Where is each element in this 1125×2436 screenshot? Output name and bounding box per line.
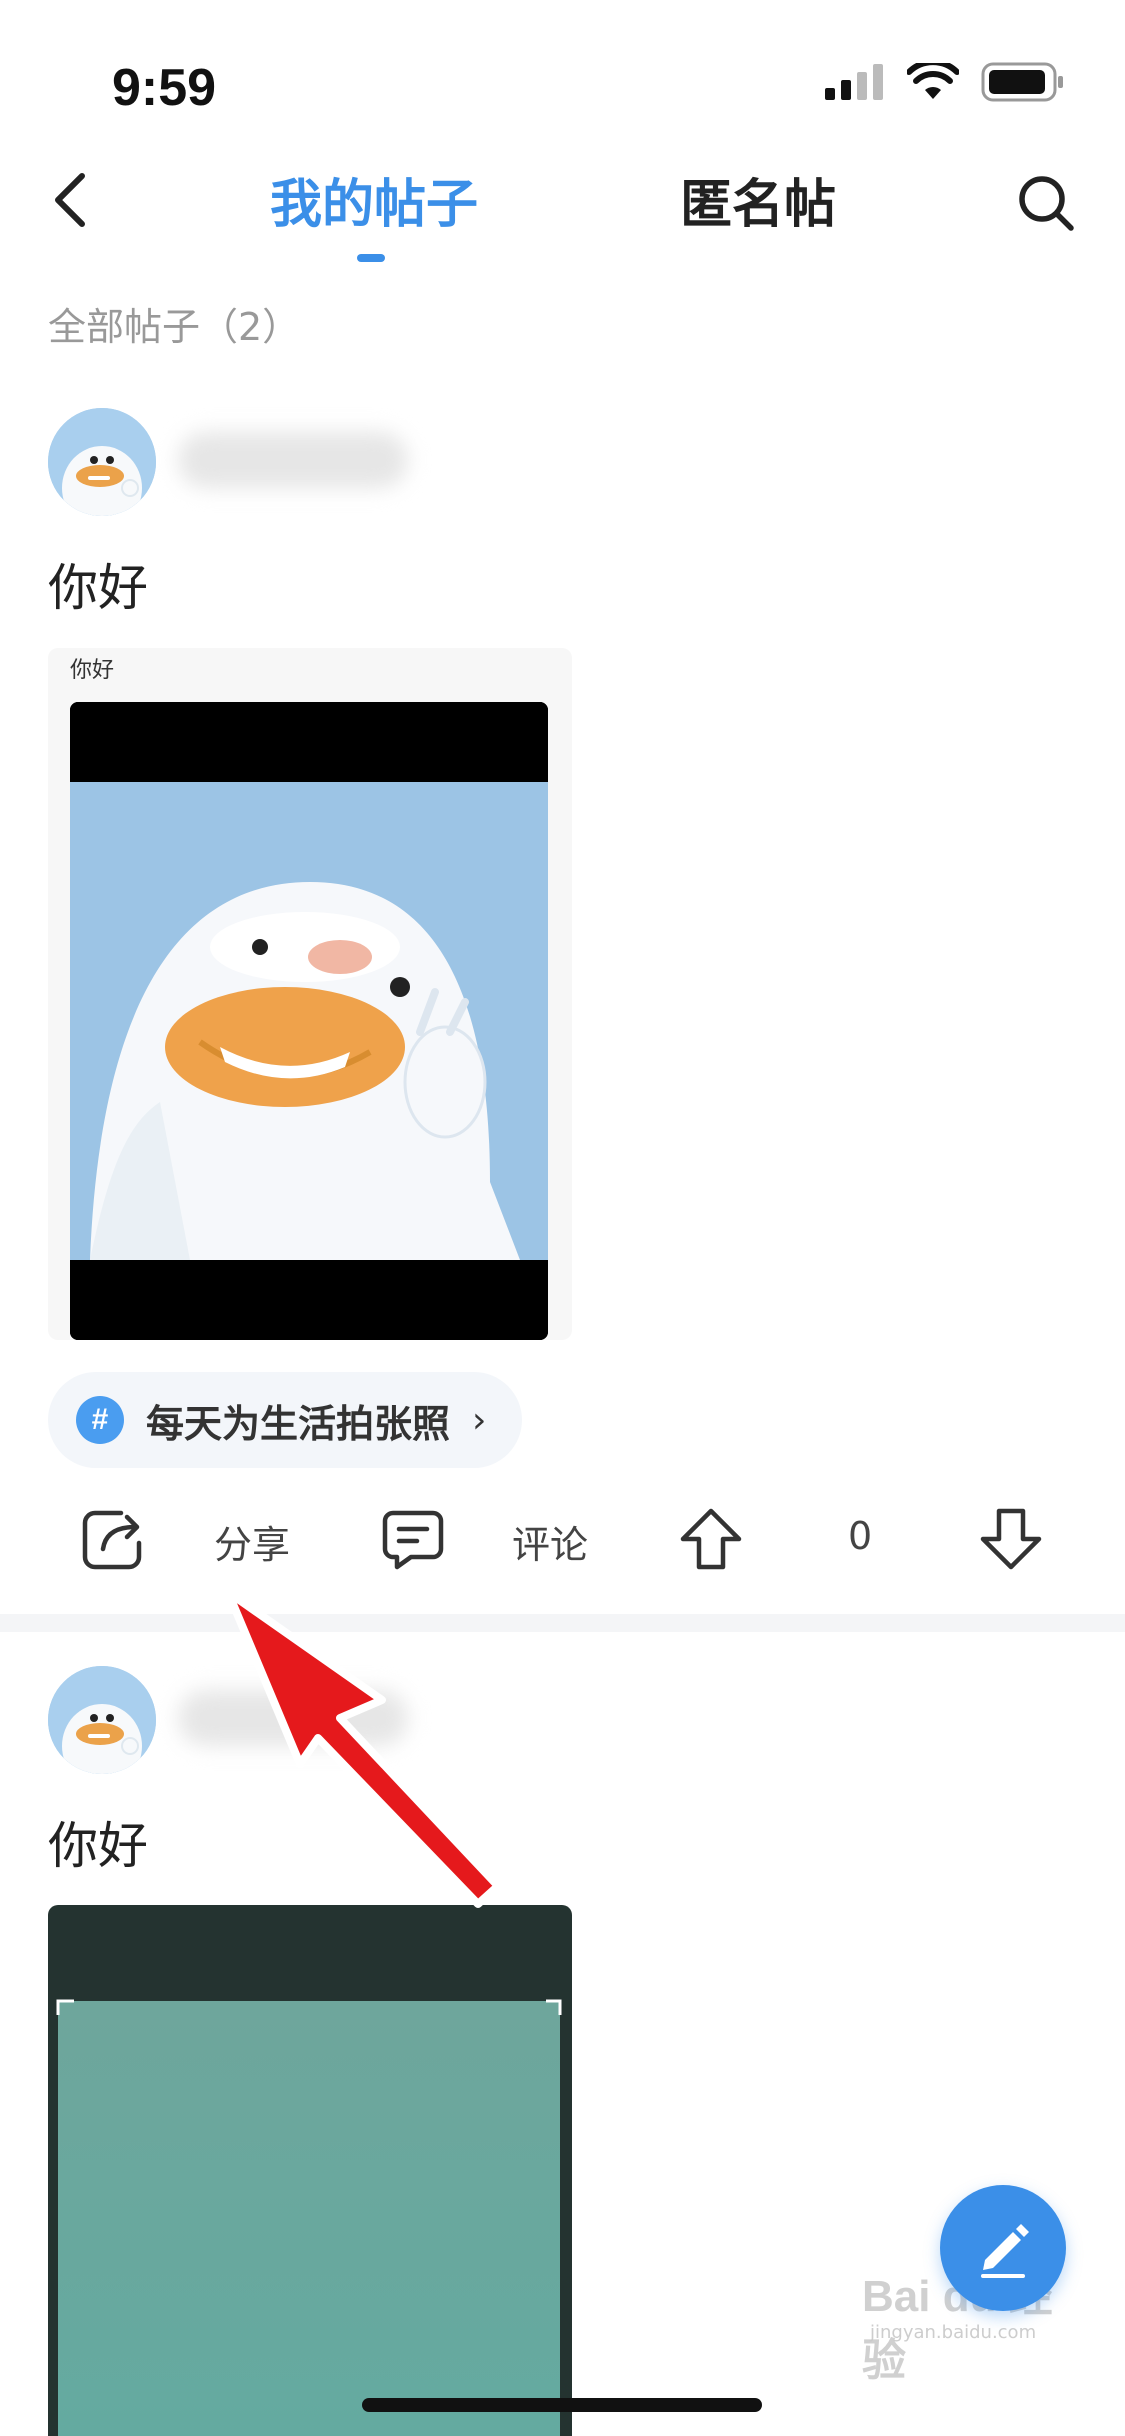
status-icons xyxy=(825,62,1065,102)
username-blurred xyxy=(178,432,408,488)
vote-count: 0 xyxy=(848,1514,873,1558)
post-image-card[interactable]: 你好 xyxy=(48,648,572,1340)
hashtag-icon: # xyxy=(76,1396,124,1444)
status-time: 9:59 xyxy=(112,59,217,117)
post-text: 你好 xyxy=(48,1817,148,1875)
image-caption: 你好 xyxy=(70,658,115,683)
compose-post-button[interactable] xyxy=(940,2185,1066,2311)
upvote-arrow-icon xyxy=(680,1508,742,1570)
search-icon xyxy=(1019,176,1074,231)
watermark-site: jingyan.baidu.com xyxy=(870,2322,1037,2343)
home-indicator[interactable] xyxy=(362,2398,762,2412)
post-divider xyxy=(0,1614,1125,1632)
status-bar: 9:59 xyxy=(0,0,1125,150)
downvote-button[interactable] xyxy=(976,1504,1046,1574)
tab-anonymous-posts[interactable]: 匿名帖 xyxy=(680,162,836,237)
search-button[interactable] xyxy=(1011,168,1081,238)
chevron-left-icon xyxy=(55,173,85,227)
active-tab-indicator xyxy=(357,254,385,262)
tab-my-posts[interactable]: 我的帖子 xyxy=(270,162,478,237)
comment-label[interactable]: 评论 xyxy=(512,1514,588,1569)
photo-thumbnail-image xyxy=(48,1905,572,2436)
post-image[interactable] xyxy=(48,1905,572,2436)
duck-avatar-icon xyxy=(48,1666,156,1774)
downvote-arrow-icon xyxy=(980,1508,1042,1570)
cellular-signal-icon xyxy=(825,64,883,100)
chevron-right-icon: › xyxy=(472,1399,487,1441)
share-button[interactable] xyxy=(78,1504,148,1574)
back-button[interactable] xyxy=(40,170,100,230)
post-text: 你好 xyxy=(48,559,148,617)
topic-label: 每天为生活拍张照 xyxy=(146,1401,451,1446)
topic-chip[interactable]: # 每天为生活拍张照 › xyxy=(48,1372,523,1468)
duck-avatar-icon xyxy=(48,408,156,516)
post-image[interactable] xyxy=(70,702,548,1340)
share-label[interactable]: 分享 xyxy=(214,1514,290,1569)
wifi-icon xyxy=(907,63,959,99)
username-blurred xyxy=(178,1690,408,1746)
avatar[interactable] xyxy=(48,408,156,516)
nav-bar: 我的帖子 匿名帖 xyxy=(0,150,1125,280)
upvote-button[interactable] xyxy=(676,1504,746,1574)
share-icon xyxy=(82,1510,142,1570)
comment-button[interactable] xyxy=(378,1504,448,1574)
post-count-label: 全部帖子（2） xyxy=(48,305,301,349)
battery-icon xyxy=(981,62,1063,102)
post-actions: 分享 评论 0 xyxy=(0,1490,1125,1590)
avatar[interactable] xyxy=(48,1666,156,1774)
duck-sticker-image xyxy=(70,702,548,1340)
comment-icon xyxy=(382,1510,444,1570)
pencil-icon xyxy=(981,2224,1029,2278)
